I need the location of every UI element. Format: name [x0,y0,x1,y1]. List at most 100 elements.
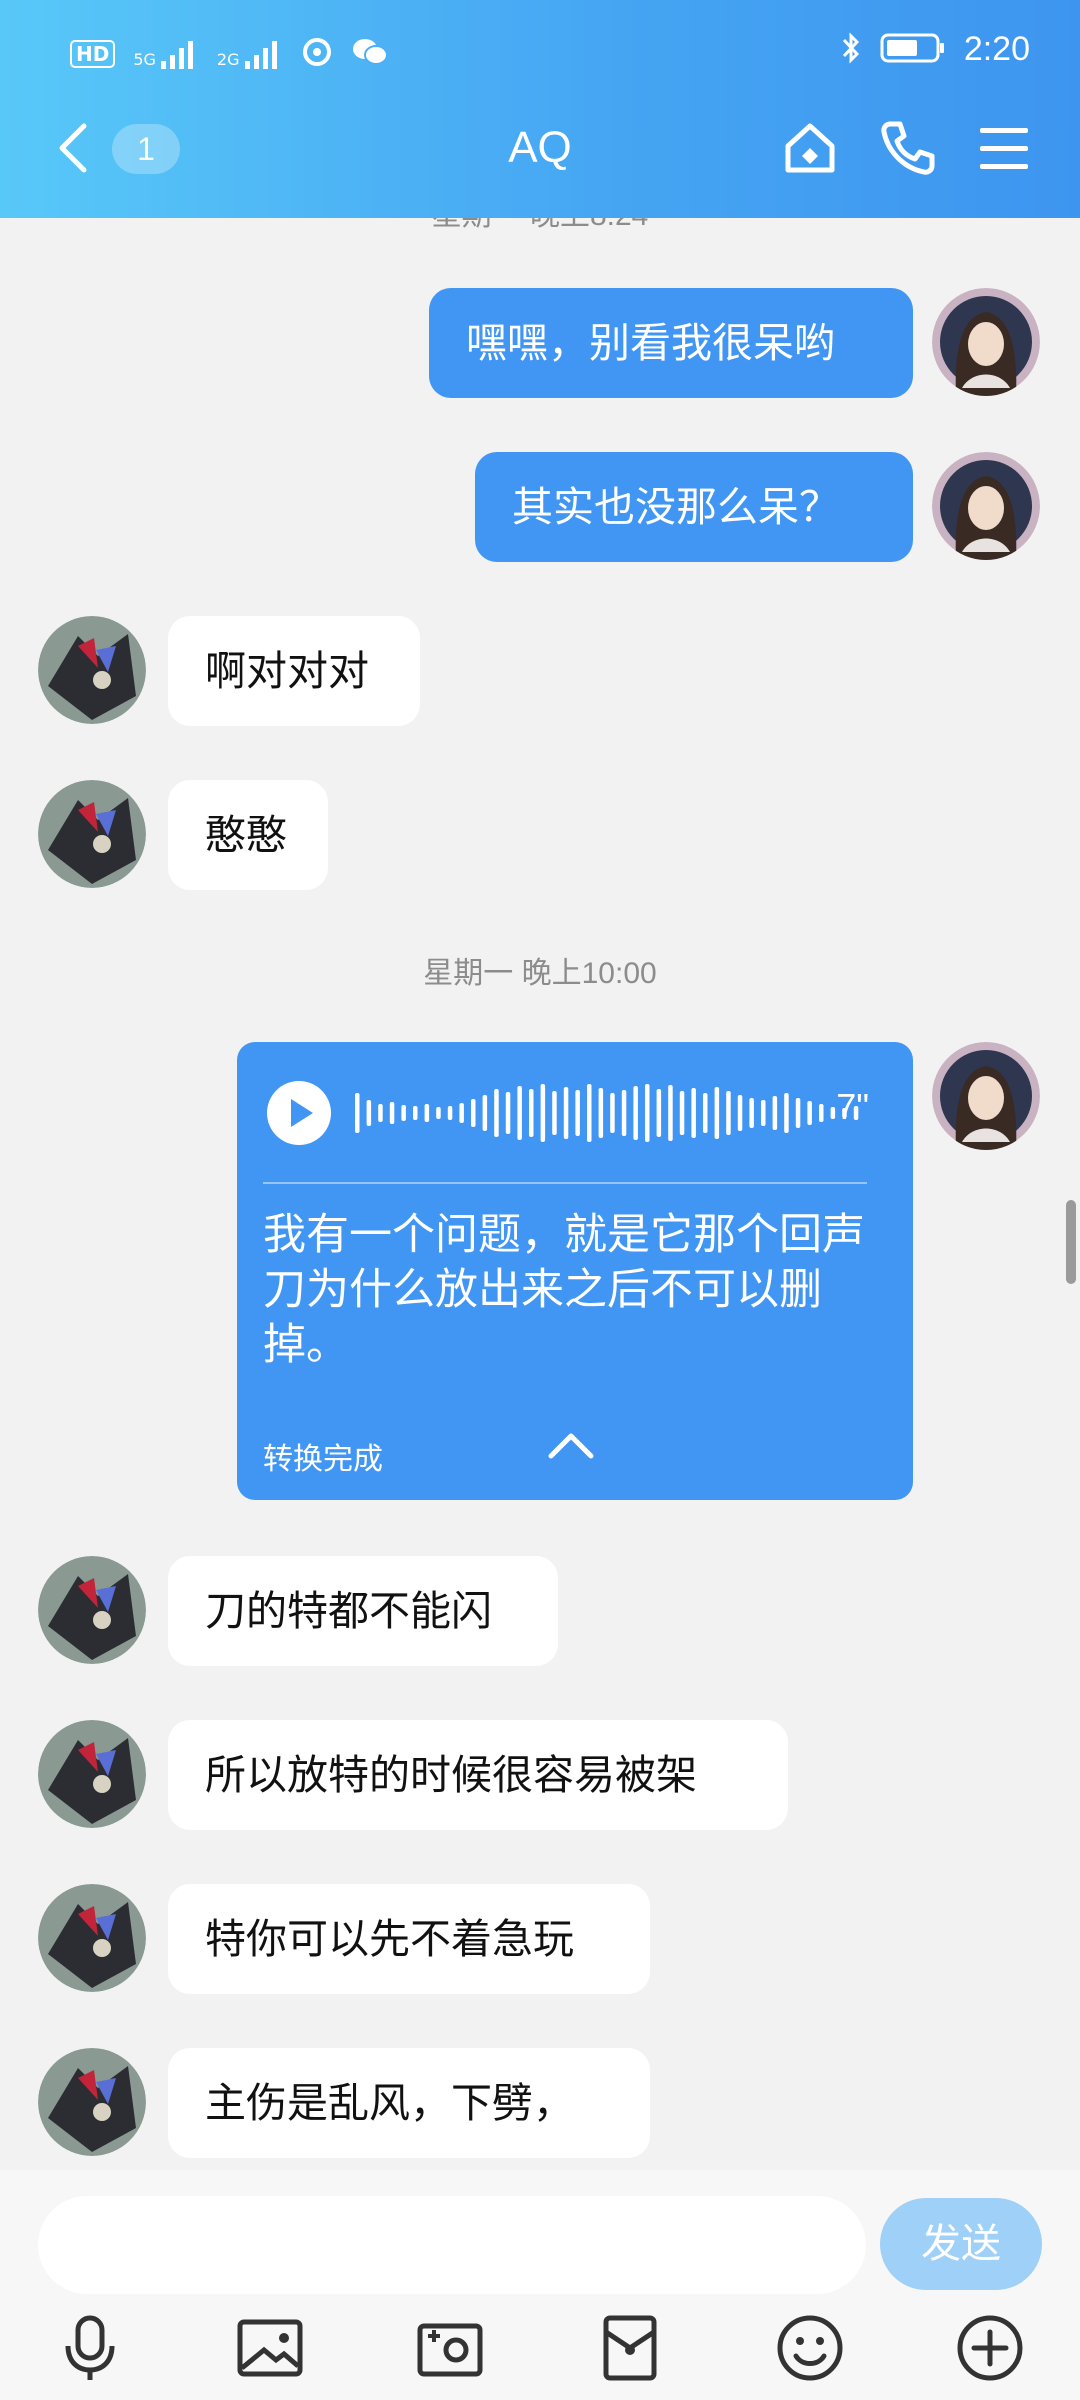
message-list[interactable]: 星期一 晚上8:24 嘿嘿，别看我很呆哟 其实也没那么呆？ 啊对对对 憨憨 星期… [0,218,1080,2170]
battery-icon [880,31,946,69]
waveform-bar [366,1100,372,1126]
waveform-bar [505,1092,511,1134]
netease-music-icon [301,36,333,72]
waveform-bar [807,1101,812,1125]
waveform-bar [540,1084,546,1142]
bluetooth-icon [840,31,862,69]
gallery-button[interactable] [230,2308,310,2388]
camera-icon [417,2323,483,2377]
waveform-bar [761,1100,766,1126]
network-label-2: 2G [216,50,240,69]
microphone-icon [65,2315,115,2380]
network-label-1: 5G [133,50,156,69]
waveform-bar [563,1087,569,1139]
contact-avatar[interactable] [38,616,146,724]
waveform-bar [703,1093,708,1133]
input-bar: 发送 [0,2170,1080,2400]
back-button[interactable] [48,118,108,178]
contact-avatar[interactable] [38,780,146,888]
voice-transcript: 我有一个问题，就是它那个回声刀为什么放出来之后不可以删掉。 [263,1210,865,1370]
home-button[interactable] [778,116,842,180]
home-icon [785,123,835,173]
wechat-icon [351,36,389,72]
waveform-bar [749,1098,754,1128]
plus-icon [957,2315,1023,2381]
waveform-bar [726,1091,731,1135]
message-bubble-incoming[interactable]: 主伤是乱风，下劈， [168,2048,650,2158]
scrollbar[interactable] [1066,1200,1076,1284]
unread-count-badge[interactable]: 1 [112,124,180,174]
waveform-bar [424,1104,430,1122]
waveform-bar [679,1091,685,1135]
message-bubble-incoming[interactable]: 特你可以先不着急玩 [168,1884,650,1994]
status-bar: HD 5G 2G 2:20 [0,22,1080,82]
send-button[interactable]: 发送 [880,2198,1042,2290]
waveform-bar [413,1106,418,1120]
waveform-bar [691,1088,696,1138]
waveform-bar [819,1104,824,1122]
waveform-bar [645,1084,650,1142]
voice-message-bubble[interactable]: 7" 我有一个问题，就是它那个回声刀为什么放出来之后不可以删掉。 转换完成 [237,1042,913,1500]
clock: 2:20 [963,30,1030,68]
top-bar: HD 5G 2G 2:20 1 AQ [0,0,1080,218]
message-bubble-outgoing[interactable]: 嘿嘿，别看我很呆哟 [429,288,913,398]
message-bubble-incoming[interactable]: 啊对对对 [168,616,420,726]
waveform-bar [529,1089,534,1137]
signal-icon: 5G [133,39,199,69]
red-packet-button[interactable] [590,2308,670,2388]
message-bubble-incoming[interactable]: 刀的特都不能闪 [168,1556,558,1666]
emoji-icon [777,2315,843,2381]
waveform-bar [633,1086,638,1140]
waveform-bar [471,1099,476,1127]
waveform-bar [772,1096,778,1130]
waveform-bar [494,1089,499,1137]
waveform-bar [621,1090,627,1136]
my-avatar[interactable] [932,452,1040,560]
hd-indicator: HD [70,40,116,68]
waveform-bar [401,1105,406,1121]
red-packet-icon [603,2315,657,2381]
waveform-bar [795,1098,801,1128]
waveform-bar [389,1102,395,1124]
waveform-bar [447,1106,453,1120]
voice-input-button[interactable] [50,2308,130,2388]
signal-icon-2: 2G [217,39,283,69]
contact-avatar[interactable] [38,1720,146,1828]
waveform-bar [714,1087,720,1139]
waveform-bar [355,1093,360,1133]
message-input[interactable] [38,2196,866,2294]
camera-button[interactable] [410,2308,490,2388]
waveform-bar [378,1104,383,1122]
my-avatar[interactable] [932,1042,1040,1150]
waveform-bar [517,1086,522,1140]
waveform-bar [436,1107,441,1119]
waveform-bar [459,1103,464,1123]
play-icon[interactable] [265,1079,333,1147]
menu-button[interactable] [972,116,1036,180]
more-button[interactable] [950,2308,1030,2388]
waveform-bar [784,1093,789,1133]
waveform-bar [830,1107,836,1119]
contact-avatar[interactable] [38,2048,146,2156]
message-bubble-incoming[interactable]: 所以放特的时候很容易被架 [168,1720,788,1830]
timestamp-partial: 星期一 晚上8:24 [0,218,1080,234]
voice-duration: 7" [836,1086,869,1127]
waveform-bar [656,1089,662,1137]
waveform-bar [737,1095,743,1131]
back-arrow-icon [59,123,87,173]
phone-icon [881,121,935,175]
contact-avatar[interactable] [38,1884,146,1992]
divider [263,1182,867,1184]
transcription-status: 转换完成 [263,1442,383,1477]
message-bubble-incoming[interactable]: 憨憨 [168,780,328,890]
emoji-button[interactable] [770,2308,850,2388]
collapse-chevron-icon[interactable] [545,1426,597,1466]
my-avatar[interactable] [932,288,1040,396]
call-button[interactable] [876,116,940,180]
waveform-bar [598,1088,604,1138]
nav-bar: 1 AQ [0,110,1080,192]
waveform-bar [482,1095,488,1131]
contact-avatar[interactable] [38,1556,146,1664]
message-bubble-outgoing[interactable]: 其实也没那么呆？ [475,452,913,562]
menu-icon [980,128,1028,169]
